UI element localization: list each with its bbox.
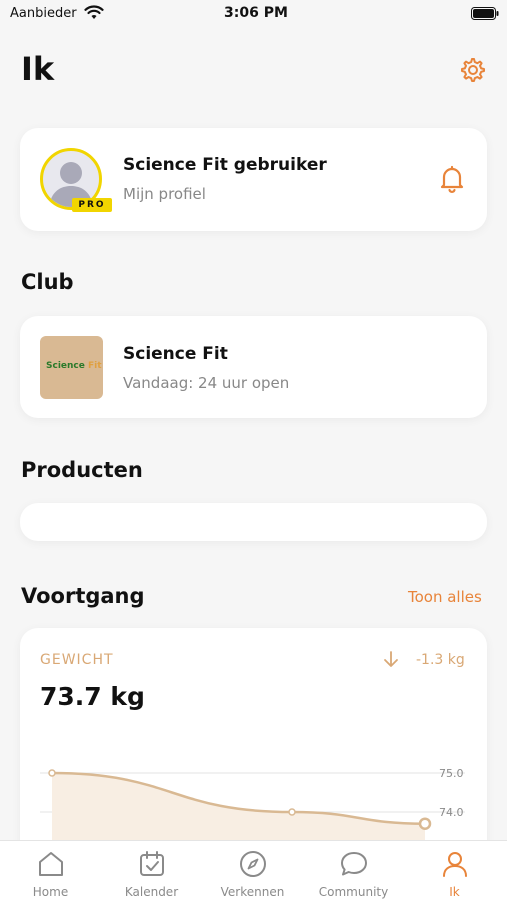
chart-point (48, 769, 56, 777)
chat-icon (341, 852, 367, 876)
weight-chart: 75.0 74.0 (40, 767, 465, 868)
page-title: Ik (21, 50, 55, 88)
chart-y-tick-label: 75.0 (439, 767, 464, 780)
person-icon (443, 852, 467, 877)
tab-me-label: Ik (449, 885, 460, 899)
tab-explore-label: Verkennen (220, 885, 285, 899)
show-all-link[interactable]: Toon alles (408, 588, 482, 606)
settings-gear-icon[interactable] (458, 56, 486, 84)
calendar-icon (140, 851, 164, 876)
home-icon (39, 852, 63, 876)
club-logo-text-b: Fit (88, 361, 102, 371)
chart-point (288, 808, 296, 816)
tab-community[interactable]: Community (303, 841, 404, 900)
profile-subtitle: Mijn profiel (123, 185, 206, 203)
tab-home-label: Home (32, 885, 69, 899)
weight-progress-card[interactable]: GEWICHT -1.3 kg 73.7 kg 75.0 74.0 (20, 628, 487, 868)
club-hours: Vandaag: 24 uur open (123, 374, 290, 392)
tab-explore[interactable]: Verkennen (202, 841, 303, 900)
club-card[interactable]: Science Fit Science Fit Vandaag: 24 uur … (20, 316, 487, 418)
wifi-icon (84, 5, 104, 19)
club-logo-text: Science Fit (46, 361, 102, 371)
club-name: Science Fit (123, 344, 228, 364)
chart-y-tick-label: 74.0 (439, 806, 464, 819)
club-logo-text-a: Science (46, 361, 85, 371)
status-time: 3:06 PM (224, 5, 288, 21)
status-bar: Aanbieder 3:06 PM (0, 0, 507, 30)
tab-home[interactable]: Home (0, 841, 101, 900)
profile-card[interactable]: PRO Science Fit gebruiker Mijn profiel (20, 128, 487, 231)
products-section-title: Producten (21, 458, 143, 482)
tab-community-label: Community (318, 885, 389, 899)
compass-icon (240, 851, 266, 877)
club-logo: Science Fit (40, 336, 103, 399)
products-card[interactable] (20, 503, 487, 541)
chart-point (418, 817, 432, 830)
progress-section-title: Voortgang (21, 584, 145, 608)
pro-badge: PRO (72, 198, 112, 212)
notification-bell-icon[interactable] (440, 165, 464, 193)
tab-bar: Home Kalender Verkennen Community Ik (0, 840, 507, 900)
carrier-label: Aanbieder (10, 6, 77, 21)
profile-name: Science Fit gebruiker (123, 155, 327, 175)
battery-icon (471, 7, 499, 20)
tab-calendar[interactable]: Kalender (101, 841, 202, 900)
club-section-title: Club (21, 270, 74, 294)
tab-calendar-label: Kalender (124, 885, 179, 899)
tab-me[interactable]: Ik (404, 841, 505, 900)
